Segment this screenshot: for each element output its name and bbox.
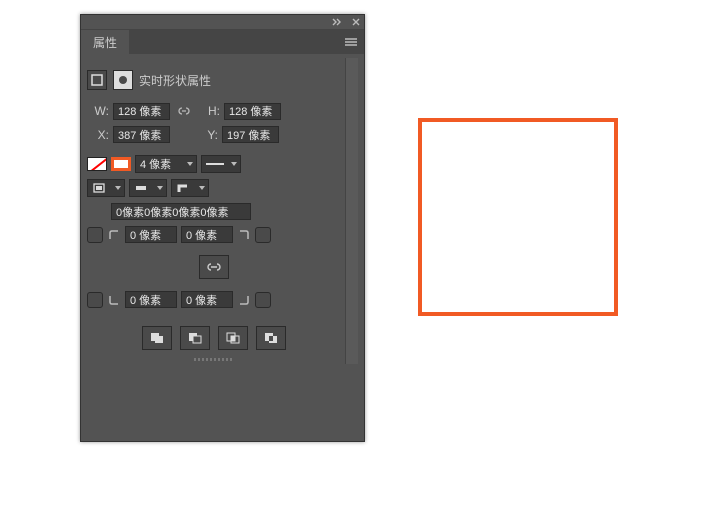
stroke-width-value: 4 像素 [140,156,171,172]
label-h: H: [198,104,220,118]
link-wh-icon[interactable] [174,102,194,120]
section-label: 实时形状属性 [139,72,211,89]
input-corner-tl[interactable] [125,226,177,243]
input-width[interactable] [113,103,170,120]
pathop-subtract-button[interactable] [180,326,210,350]
stroke-style-dropdown[interactable] [201,155,241,173]
link-corners-button[interactable] [199,255,229,279]
panel-tab-properties[interactable]: 属性 [81,30,129,54]
properties-panel: 属性 实时形状属性 W: [80,14,365,442]
row-corners-bottom [87,291,341,308]
label-x: X: [87,128,109,142]
row-corners-top [87,226,341,243]
row-strokeopts [87,179,341,197]
label-y: Y: [188,128,218,142]
input-height[interactable] [224,103,281,120]
row-pathops [87,326,341,350]
row-wh: W: H: [87,102,341,120]
row-fillstroke: 4 像素 [87,155,341,173]
input-y[interactable] [222,126,279,143]
panel-topbar [81,15,364,30]
row-xy: X: Y: [87,126,341,143]
corner-br-icon [237,293,251,307]
corner-tl-icon [107,228,121,242]
panel-close-icon[interactable] [352,18,360,26]
row-link-corners [87,249,341,285]
checkbox-br[interactable] [255,292,271,308]
pathop-exclude-button[interactable] [256,326,286,350]
canvas-shape-rectangle[interactable] [418,118,618,316]
input-corners-summary[interactable] [111,203,251,220]
checkbox-tl[interactable] [87,227,103,243]
checkbox-tr[interactable] [255,227,271,243]
input-x[interactable] [113,126,170,143]
label-w: W: [87,104,109,118]
input-corner-br[interactable] [181,291,233,308]
checkbox-bl[interactable] [87,292,103,308]
section-header: 实时形状属性 [87,68,341,92]
panel-scrollbar[interactable] [345,58,358,364]
corner-tr-icon [237,228,251,242]
stroke-corner-dropdown[interactable] [171,179,209,197]
corner-bl-icon [107,293,121,307]
stroke-cap-dropdown[interactable] [129,179,167,197]
panel-resize-grip[interactable] [87,358,341,364]
fill-swatch[interactable] [87,157,107,171]
panel-menu-icon[interactable] [344,37,358,47]
stroke-swatch[interactable] [111,157,131,171]
stroke-align-dropdown[interactable] [87,179,125,197]
panel-collapse-icon[interactable] [332,18,342,26]
row-corners-summary [87,203,341,220]
live-shape-icon [87,70,107,90]
mask-icon [113,70,133,90]
input-corner-tr[interactable] [181,226,233,243]
stroke-width-dropdown[interactable]: 4 像素 [135,155,197,173]
input-corner-bl[interactable] [125,291,177,308]
panel-tab-label: 属性 [93,34,117,51]
pathop-intersect-button[interactable] [218,326,248,350]
panel-tabrow: 属性 [81,30,364,54]
pathop-combine-button[interactable] [142,326,172,350]
